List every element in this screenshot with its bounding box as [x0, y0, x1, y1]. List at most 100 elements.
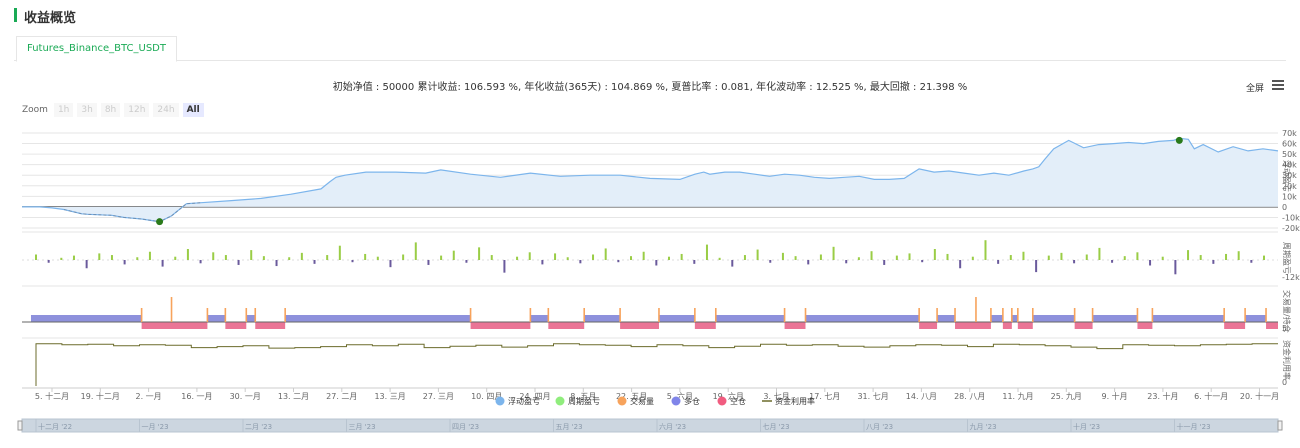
trade-volume-spike [1091, 308, 1094, 322]
pnl-bar [731, 260, 734, 267]
pnl-bar [452, 250, 455, 260]
pnl-bar [566, 257, 569, 260]
long-position-bar [1092, 315, 1138, 322]
y-tick-label: 60k [1282, 140, 1297, 149]
pnl-bar [161, 260, 164, 267]
navigator-label: 十月 '23 [1073, 422, 1100, 431]
short-position-bar [784, 322, 806, 329]
legend-label: 浮动盈亏 [508, 396, 540, 406]
long-position-bar [937, 315, 956, 322]
x-tick-label: 11. 九月 [1002, 392, 1033, 401]
pnl-bar [617, 260, 620, 263]
pnl-bar [794, 256, 797, 260]
pnl-bar [465, 260, 468, 263]
navigator-label: 九月 '23 [970, 422, 997, 431]
navigator-label: 六月 '23 [659, 422, 686, 431]
pnl-bar [1199, 255, 1202, 260]
pnl-bar [997, 260, 1000, 264]
pnl-bar [883, 260, 886, 265]
trade-volume-spike [245, 308, 248, 322]
x-tick-label: 20. 十一月 [1240, 391, 1279, 401]
pnl-bar [959, 260, 962, 269]
pnl-bar [35, 254, 37, 260]
pnl-bar [351, 260, 354, 263]
pnl-bar [1073, 260, 1076, 264]
short-position-bar [1002, 322, 1012, 329]
pnl-bar [402, 254, 405, 260]
y-tick-label: -12k [1282, 273, 1300, 282]
pnl-bar [921, 260, 924, 263]
trade-volume-spike [936, 308, 938, 322]
trade-volume-spike [583, 308, 586, 322]
legend-marker [671, 396, 681, 406]
pnl-bar [604, 248, 607, 260]
pnl-bar [1174, 260, 1177, 275]
legend-item[interactable]: 空仓 [717, 396, 747, 406]
pnl-bar [364, 253, 367, 260]
pnl-bar [971, 256, 974, 260]
trade-volume-spike [1031, 308, 1034, 322]
short-position-bar [1074, 322, 1093, 329]
x-tick-label: 19. 十二月 [81, 391, 120, 401]
trade-volume-spike [170, 297, 173, 322]
y-axis-title-floating-pnl: 浮动盈亏 [1282, 160, 1292, 192]
short-position-bar [225, 322, 247, 329]
x-tick-label: 16. 一月 [181, 392, 212, 401]
pnl-bar [288, 257, 291, 260]
trade-volume-spike [804, 308, 807, 322]
backtest-chart[interactable]: 70k60k50k40k30k20k10k0-10k-20k浮动盈亏-12k周期… [0, 0, 1300, 448]
y-axis-title-volume-position: 交易量/持仓 [1282, 290, 1292, 333]
pnl-bar [237, 260, 240, 265]
long-position-bar [658, 315, 695, 322]
pnl-bar [148, 251, 151, 260]
long-position-bar [1152, 315, 1225, 322]
pnl-bar [224, 255, 227, 260]
trade-volume-spike [1265, 308, 1267, 322]
pnl-bar [47, 260, 50, 263]
x-tick-label: 27. 三月 [423, 392, 454, 401]
x-tick-label: 30. 一月 [230, 392, 261, 401]
x-tick-label: 13. 二月 [278, 392, 309, 401]
trade-volume-spike [529, 308, 532, 322]
legend-item[interactable]: 交易量 [617, 396, 655, 406]
short-position-bar [919, 322, 938, 329]
pnl-bar [705, 244, 708, 260]
legend-label: 周期盈亏 [568, 397, 600, 406]
long-position-bar [715, 315, 785, 322]
trade-volume-spike [658, 308, 660, 322]
pnl-bar [1187, 250, 1190, 260]
legend-item[interactable]: 浮动盈亏 [495, 396, 541, 406]
pnl-bar [1085, 254, 1088, 260]
pnl-bar [832, 246, 835, 260]
pnl-bar [630, 256, 633, 260]
pnl-bar [819, 254, 822, 260]
long-position-bar [990, 315, 1003, 322]
pnl-bar [579, 260, 582, 264]
pnl-bar [946, 253, 949, 260]
pnl-bar [680, 253, 683, 260]
legend-item[interactable]: 多仓 [671, 396, 701, 406]
legend-item[interactable]: 周期盈亏 [555, 396, 601, 407]
navigator-label: 七月 '23 [763, 422, 790, 431]
pnl-bar [313, 260, 316, 264]
legend-label: 交易量 [630, 396, 654, 406]
long-position-bar [285, 315, 471, 322]
navigator-label: 五月 '23 [556, 423, 583, 431]
pnl-bar [174, 256, 177, 260]
navigator-label: 十二月 '22 [38, 422, 72, 431]
trade-volume-spike [1244, 308, 1246, 322]
long-position-bar [530, 315, 549, 322]
legend-marker [555, 396, 565, 406]
pnl-bar [933, 249, 936, 260]
trade-volume-spike [224, 308, 227, 322]
trade-volume-spike [918, 308, 920, 322]
pnl-bar [1123, 256, 1126, 260]
pnl-bar [250, 250, 253, 260]
x-tick-label: 28. 八月 [954, 392, 985, 401]
y-tick-label: -20k [1282, 224, 1300, 233]
pnl-bar [807, 260, 810, 265]
trade-volume-spike [547, 308, 550, 322]
pnl-bar [756, 249, 759, 260]
pnl-bar [212, 252, 215, 260]
long-position-bar [207, 315, 226, 322]
